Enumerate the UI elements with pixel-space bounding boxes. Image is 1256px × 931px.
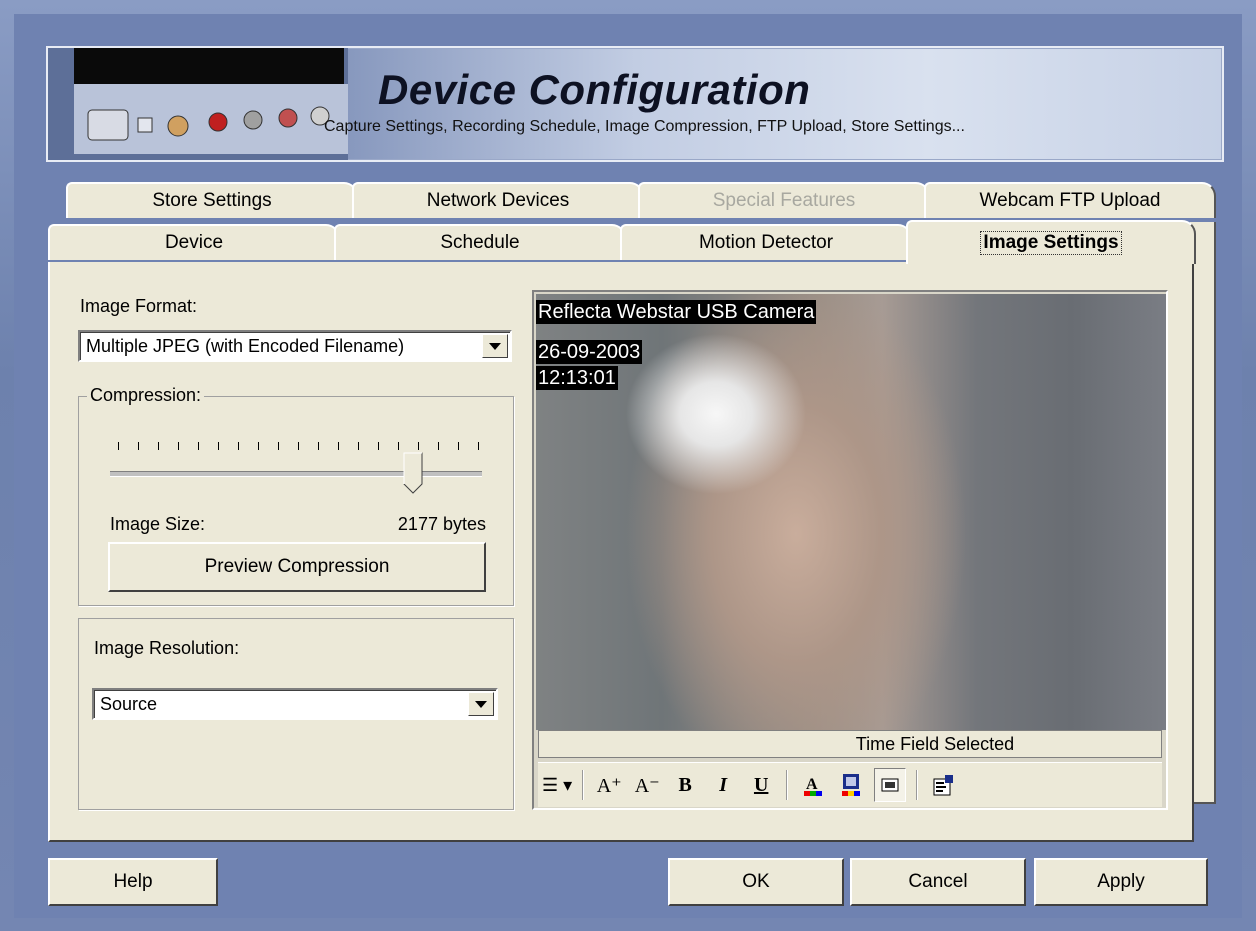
slider-tick: [258, 442, 259, 450]
slider-tick: [198, 442, 199, 450]
camera-date-overlay[interactable]: 26-09-2003: [536, 340, 643, 364]
image-resolution-value: Source: [100, 694, 158, 714]
image-resolution-label: Image Resolution:: [94, 638, 240, 658]
tab-label: Webcam FTP Upload: [979, 190, 1161, 211]
slider-tick: [438, 442, 439, 450]
compression-slider-track[interactable]: [110, 471, 482, 477]
tab-label: Store Settings: [152, 190, 272, 211]
chevron-down-icon[interactable]: [482, 334, 508, 358]
image-size-value: 2177 bytes: [397, 514, 486, 534]
banner-subtitle: Capture Settings, Recording Schedule, Im…: [324, 118, 965, 135]
slider-tick: [298, 442, 299, 450]
svg-text:A: A: [806, 776, 818, 793]
slider-tick: [138, 442, 139, 450]
tab-label: Device: [164, 232, 224, 253]
tab-store-settings[interactable]: Store Settings: [66, 182, 358, 218]
list-style-button[interactable]: ☰ ▾: [542, 769, 572, 801]
tab-label: Motion Detector: [698, 232, 834, 253]
preview-compression-button[interactable]: Preview Compression: [108, 542, 486, 592]
tab-schedule[interactable]: Schedule: [334, 224, 626, 260]
slider-tick: [118, 442, 119, 450]
background-color-icon[interactable]: [836, 769, 866, 801]
toolbar-artwork-icon: [48, 48, 348, 160]
banner-title: Device Configuration: [378, 66, 811, 113]
camera-preview-frame: Reflecta Webstar USB Camera 26-09-2003 1…: [532, 290, 1168, 810]
slider-tick: [338, 442, 339, 450]
format-toolbar: ☰ ▾ A⁺ A⁻ B I U A: [538, 762, 1162, 807]
cancel-button[interactable]: Cancel: [850, 858, 1026, 906]
camera-preview-image[interactable]: Reflecta Webstar USB Camera 26-09-2003 1…: [536, 294, 1166, 730]
status-bar: Time Field Selected: [538, 730, 1162, 758]
compression-legend: Compression:: [87, 385, 205, 406]
text-background-toggle-icon[interactable]: [874, 768, 907, 802]
ok-button[interactable]: OK: [668, 858, 844, 906]
slider-tick: [478, 442, 479, 450]
text-color-icon[interactable]: A: [798, 769, 828, 801]
tab-label: Special Features: [712, 190, 856, 211]
tab-image-settings[interactable]: Image Settings: [906, 220, 1196, 264]
camera-time-overlay[interactable]: 12:13:01: [536, 366, 618, 390]
image-format-select[interactable]: Multiple JPEG (with Encoded Filename): [78, 330, 512, 362]
slider-tick: [378, 442, 379, 450]
toolbar-separator: [786, 770, 789, 800]
help-button[interactable]: Help: [48, 858, 218, 906]
camera-name-overlay[interactable]: Reflecta Webstar USB Camera: [536, 300, 817, 324]
italic-button[interactable]: I: [708, 769, 738, 801]
slider-ticks: [118, 442, 479, 452]
slider-tick: [158, 442, 159, 450]
toolbar-separator: [582, 770, 585, 800]
tab-label: Schedule: [440, 232, 520, 253]
slider-tick: [418, 442, 419, 450]
slider-tick: [358, 442, 359, 450]
slider-tick: [218, 442, 219, 450]
tab-webcam-ftp-upload[interactable]: Webcam FTP Upload: [924, 182, 1216, 218]
tab-special-features[interactable]: Special Features: [638, 182, 930, 218]
underline-button[interactable]: U: [746, 769, 776, 801]
properties-icon[interactable]: [928, 769, 958, 801]
slider-tick: [178, 442, 179, 450]
banner: Device Configuration Capture Settings, R…: [46, 46, 1224, 162]
slider-tick: [278, 442, 279, 450]
font-smaller-button[interactable]: A⁻: [632, 769, 662, 801]
tab-label: Image Settings: [980, 231, 1122, 255]
tab-device[interactable]: Device: [48, 224, 340, 260]
tab-label: Network Devices: [426, 190, 570, 211]
tab-motion-detector[interactable]: Motion Detector: [620, 224, 912, 260]
image-size-label: Image Size:: [110, 514, 206, 534]
chevron-down-icon[interactable]: [468, 692, 494, 716]
bold-button[interactable]: B: [670, 769, 700, 801]
slider-tick: [398, 442, 399, 450]
slider-tick: [458, 442, 459, 450]
image-resolution-select[interactable]: Source: [92, 688, 498, 720]
image-format-label: Image Format:: [80, 296, 198, 316]
image-format-value: Multiple JPEG (with Encoded Filename): [86, 336, 405, 356]
tab-network-devices[interactable]: Network Devices: [352, 182, 644, 218]
slider-tick: [238, 442, 239, 450]
apply-button[interactable]: Apply: [1034, 858, 1208, 906]
slider-tick: [318, 442, 319, 450]
compression-slider-thumb[interactable]: [403, 452, 423, 494]
font-larger-button[interactable]: A⁺: [594, 769, 624, 801]
toolbar-separator: [916, 770, 919, 800]
